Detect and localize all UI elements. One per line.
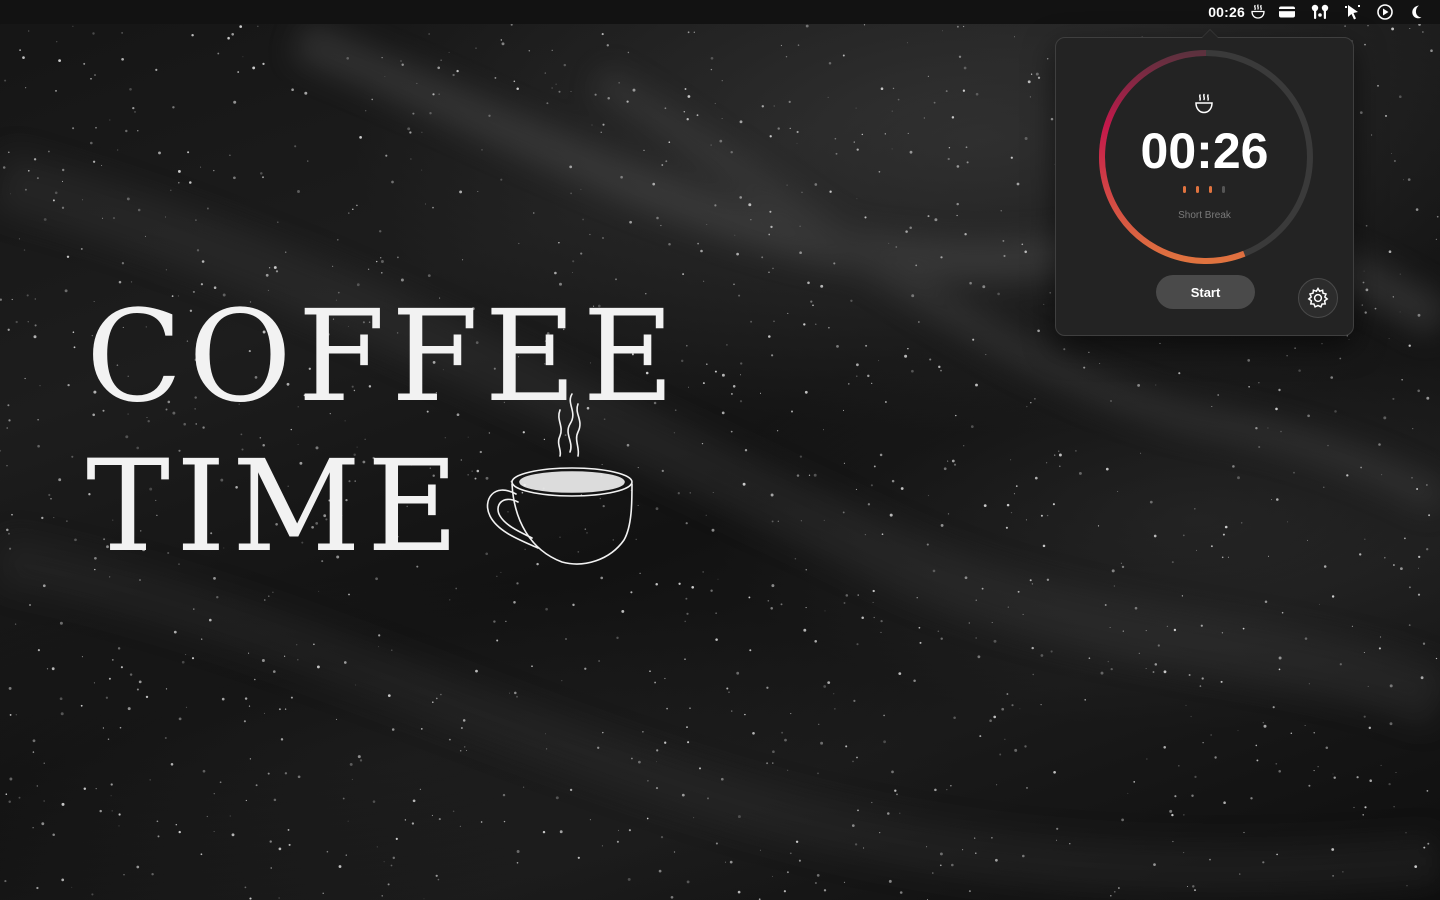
card-icon	[1279, 6, 1295, 18]
moon-icon	[1412, 5, 1422, 19]
timer-popover: 00:26 Short Break Start	[1055, 30, 1354, 336]
session-dot	[1222, 186, 1225, 193]
menu-bar: 00:26	[0, 0, 1440, 24]
settings-button[interactable]	[1298, 278, 1338, 318]
desktop: COFFEE TIME 00:26 00:26 Short Break Star…	[0, 0, 1440, 900]
session-dot	[1209, 186, 1212, 193]
start-button[interactable]: Start	[1156, 275, 1255, 309]
menubar-play[interactable]	[1376, 0, 1394, 24]
timer-mode-label: Short Break	[1178, 210, 1231, 221]
airpods-icon	[1311, 4, 1329, 19]
menubar-timer[interactable]: 00:26	[1208, 0, 1266, 24]
session-indicators	[1183, 186, 1225, 193]
menubar-card[interactable]	[1278, 0, 1296, 24]
menubar-timer-text: 00:26	[1208, 4, 1245, 20]
menubar-cursor[interactable]	[1344, 0, 1362, 24]
coffee-cup-icon	[1251, 4, 1265, 19]
coffee-cup-illustration	[486, 393, 633, 565]
menubar-airpods[interactable]	[1310, 0, 1330, 24]
menubar-dark-mode[interactable]	[1408, 0, 1426, 24]
session-dot	[1196, 186, 1199, 193]
play-circle-icon	[1377, 4, 1393, 20]
popover-arrow-fill	[1202, 30, 1218, 38]
coffee-cup-icon	[1195, 93, 1213, 114]
gear-icon	[1307, 287, 1329, 308]
timer-display: 00:26	[1140, 123, 1269, 179]
cursor-icon	[1345, 5, 1360, 20]
session-dot	[1183, 186, 1186, 193]
